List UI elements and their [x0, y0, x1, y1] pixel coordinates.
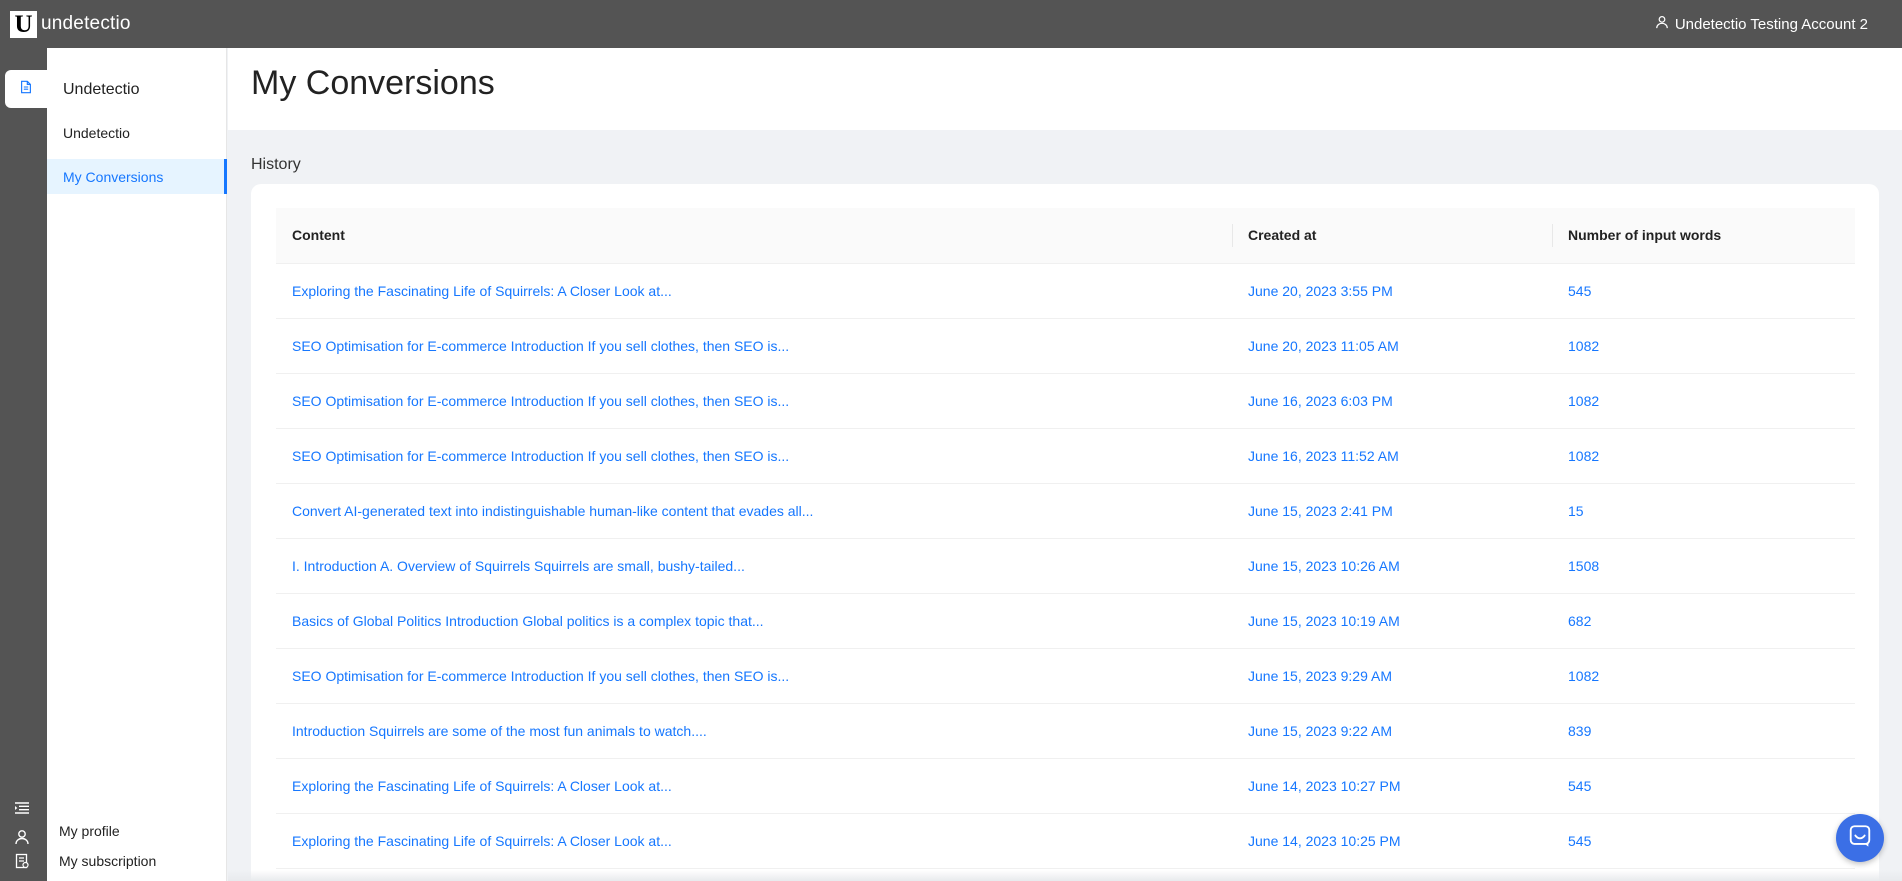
row-content-link[interactable]: SEO Optimisation for E-commerce Introduc…: [276, 373, 1232, 429]
row-word-count[interactable]: 1508: [1552, 538, 1855, 594]
table-row[interactable]: Exploring the Fascinating Life of Squirr…: [276, 263, 1855, 319]
bottom-fade: [228, 870, 1902, 881]
history-table: Content Created at Number of input words…: [276, 208, 1855, 869]
row-word-count[interactable]: 1082: [1552, 373, 1855, 429]
row-content-link[interactable]: SEO Optimisation for E-commerce Introduc…: [276, 428, 1232, 484]
page-title: My Conversions: [251, 64, 495, 102]
row-created-at[interactable]: June 15, 2023 9:29 AM: [1232, 648, 1552, 704]
page-header: My Conversions: [228, 48, 1902, 130]
row-content-link[interactable]: Exploring the Fascinating Life of Squirr…: [276, 263, 1232, 319]
table-row[interactable]: I. Introduction A. Overview of Squirrels…: [276, 538, 1855, 594]
chat-launcher-button[interactable]: [1836, 814, 1884, 862]
table-row[interactable]: Basics of Global Politics Introduction G…: [276, 593, 1855, 649]
table-row[interactable]: Exploring the Fascinating Life of Squirr…: [276, 813, 1855, 869]
column-header-created-at: Created at: [1232, 208, 1552, 264]
history-card: Content Created at Number of input words…: [251, 184, 1879, 881]
row-word-count[interactable]: 15: [1552, 483, 1855, 539]
document-icon: [19, 80, 33, 99]
row-word-count[interactable]: 545: [1552, 813, 1855, 869]
table-row[interactable]: SEO Optimisation for E-commerce Introduc…: [276, 648, 1855, 704]
row-word-count[interactable]: 1082: [1552, 318, 1855, 374]
account-name: Undetectio Testing Account 2: [1674, 15, 1868, 33]
table-row[interactable]: SEO Optimisation for E-commerce Introduc…: [276, 428, 1855, 484]
column-header-content: Content: [276, 208, 1232, 264]
rail-tab-documents[interactable]: [5, 70, 47, 108]
row-created-at[interactable]: June 15, 2023 9:22 AM: [1232, 703, 1552, 759]
table-row[interactable]: SEO Optimisation for E-commerce Introduc…: [276, 318, 1855, 374]
menu-list-icon[interactable]: [13, 799, 31, 817]
row-created-at[interactable]: June 15, 2023 2:41 PM: [1232, 483, 1552, 539]
row-created-at[interactable]: June 20, 2023 11:05 AM: [1232, 318, 1552, 374]
profile-user-icon[interactable]: [13, 828, 31, 846]
row-created-at[interactable]: June 20, 2023 3:55 PM: [1232, 263, 1552, 319]
row-created-at[interactable]: June 14, 2023 10:25 PM: [1232, 813, 1552, 869]
row-content-link[interactable]: Convert AI-generated text into indisting…: [276, 483, 1232, 539]
user-icon: [1655, 15, 1669, 33]
row-word-count[interactable]: 545: [1552, 263, 1855, 319]
row-created-at[interactable]: June 15, 2023 10:26 AM: [1232, 538, 1552, 594]
row-created-at[interactable]: June 15, 2023 10:19 AM: [1232, 593, 1552, 649]
sidebar-item-my-conversions[interactable]: My Conversions: [47, 159, 227, 194]
row-content-link[interactable]: Exploring the Fascinating Life of Squirr…: [276, 813, 1232, 869]
row-content-link[interactable]: Introduction Squirrels are some of the m…: [276, 703, 1232, 759]
sidebar-title: Undetectio: [63, 81, 140, 98]
brand[interactable]: U undetectio: [10, 10, 131, 38]
row-created-at[interactable]: June 16, 2023 11:52 AM: [1232, 428, 1552, 484]
sidebar-item-label: Undetectio: [63, 124, 130, 141]
row-content-link[interactable]: Exploring the Fascinating Life of Squirr…: [276, 758, 1232, 814]
brand-name: undetectio: [41, 13, 131, 34]
sidebar: Undetectio Undetectio My Conversions My …: [47, 48, 227, 881]
section-label-history: History: [251, 156, 301, 173]
left-rail: [0, 48, 47, 881]
account-menu[interactable]: Undetectio Testing Account 2: [1655, 15, 1868, 33]
row-word-count[interactable]: 682: [1552, 593, 1855, 649]
row-content-link[interactable]: SEO Optimisation for E-commerce Introduc…: [276, 318, 1232, 374]
sidebar-item-label: My Conversions: [63, 168, 164, 185]
row-content-link[interactable]: Basics of Global Politics Introduction G…: [276, 593, 1232, 649]
table-row[interactable]: Introduction Squirrels are some of the m…: [276, 703, 1855, 759]
row-word-count[interactable]: 839: [1552, 703, 1855, 759]
top-bar: U undetectio Undetectio Testing Account …: [0, 0, 1902, 48]
table-row[interactable]: SEO Optimisation for E-commerce Introduc…: [276, 373, 1855, 429]
row-created-at[interactable]: June 14, 2023 10:27 PM: [1232, 758, 1552, 814]
row-created-at[interactable]: June 16, 2023 6:03 PM: [1232, 373, 1552, 429]
chat-icon: [1847, 823, 1873, 854]
table-header-row: Content Created at Number of input words: [276, 208, 1855, 264]
column-header-input-words: Number of input words: [1552, 208, 1855, 264]
row-word-count[interactable]: 1082: [1552, 428, 1855, 484]
my-subscription-link[interactable]: My subscription: [59, 853, 156, 869]
table-row[interactable]: Convert AI-generated text into indisting…: [276, 483, 1855, 539]
table-row[interactable]: Exploring the Fascinating Life of Squirr…: [276, 758, 1855, 814]
row-word-count[interactable]: 545: [1552, 758, 1855, 814]
receipt-icon[interactable]: [13, 852, 31, 870]
row-content-link[interactable]: SEO Optimisation for E-commerce Introduc…: [276, 648, 1232, 704]
row-word-count[interactable]: 1082: [1552, 648, 1855, 704]
brand-logo: U: [10, 10, 37, 38]
sidebar-item-undetectio[interactable]: Undetectio: [47, 115, 227, 150]
my-profile-link[interactable]: My profile: [59, 823, 120, 839]
row-content-link[interactable]: I. Introduction A. Overview of Squirrels…: [276, 538, 1232, 594]
